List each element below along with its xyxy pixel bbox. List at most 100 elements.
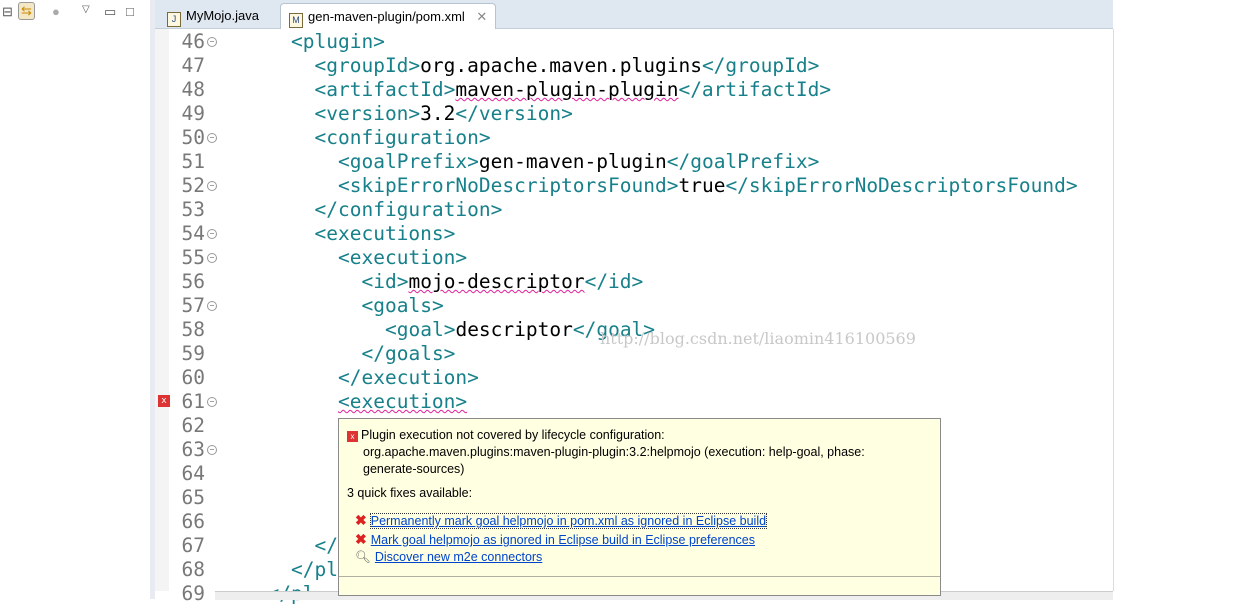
line-number: 62: [181, 414, 205, 437]
code-text: </: [315, 534, 338, 558]
code-line[interactable]: 47 <groupId>org.apache.maven.plugins</gro…: [155, 54, 1113, 78]
problem-detail-cont: generate-sources): [363, 462, 465, 476]
link-with-editor-icon[interactable]: ⇆: [18, 2, 35, 20]
code-text: <skipErrorNoDescriptorsFound>true</skipE…: [338, 174, 1078, 198]
code-token: 3.2: [420, 102, 456, 125]
code-line[interactable]: 54− <executions>: [155, 222, 1113, 246]
error-x-icon: ✖: [355, 512, 367, 528]
tab-mymojo-java[interactable]: J MyMojo.java: [159, 3, 267, 28]
fold-collapse-icon[interactable]: −: [207, 37, 217, 47]
code-token: </goalPrefix>: [666, 150, 820, 173]
line-number: 60: [181, 366, 205, 389]
code-token: </groupId>: [701, 54, 820, 77]
code-line[interactable]: 53 </configuration>: [155, 198, 1113, 222]
code-token: </skipErrorNoDescriptorsFound>: [725, 174, 1078, 197]
java-file-icon: J: [167, 12, 181, 27]
code-token: <artifactId>: [314, 78, 456, 101]
code-text: <id>mojo-descriptor</id>: [362, 270, 644, 294]
quick-fix-item[interactable]: ✖ Permanently mark goal helpmojo in pom.x…: [355, 512, 768, 530]
code-token: <goal>: [385, 318, 456, 341]
code-token: </execution>: [338, 366, 479, 389]
tab-label: gen-maven-plugin/pom.xml: [308, 9, 465, 24]
hover-status-bar: [339, 576, 940, 595]
code-line[interactable]: 57− <goals>: [155, 294, 1113, 318]
quick-fix-link[interactable]: Permanently mark goal helpmojo in pom.xm…: [369, 513, 768, 529]
code-line[interactable]: 49 <version>3.2</version>: [155, 102, 1113, 126]
code-token: </: [314, 534, 338, 557]
line-number: 58: [181, 318, 205, 341]
code-text: <configuration>: [315, 126, 491, 150]
tab-pom-xml[interactable]: Mgen-maven-plugin/pom.xml ✕: [280, 3, 497, 29]
code-token: <groupId>: [314, 54, 421, 77]
line-number: 63: [181, 438, 205, 461]
line-number: 52: [181, 174, 205, 197]
line-number: 50: [181, 126, 205, 149]
code-text: <artifactId>maven-plugin-plugin</artifac…: [315, 78, 832, 102]
quick-fix-link[interactable]: Discover new m2e connectors: [375, 550, 542, 564]
fold-collapse-icon[interactable]: −: [207, 133, 217, 143]
line-number: 66: [181, 510, 205, 533]
search-icon: 🔍︎: [355, 550, 371, 564]
code-line[interactable]: x 61− <execution>: [155, 390, 1113, 414]
quick-fix-hover: x Plugin execution not covered by lifecyc…: [338, 418, 941, 596]
focus-icon[interactable]: ●: [52, 4, 60, 19]
quick-fix-item[interactable]: ✖ Mark goal helpmojo as ignored in Eclips…: [355, 531, 755, 549]
code-line[interactable]: 60 </execution>: [155, 366, 1113, 390]
code-text: </configuration>: [315, 198, 503, 222]
maximize-icon[interactable]: □: [126, 4, 134, 19]
problem-detail: org.apache.maven.plugins:maven-plugin-pl…: [363, 445, 865, 459]
line-number: 54: [181, 222, 205, 245]
line-number: 65: [181, 486, 205, 509]
close-icon[interactable]: ✕: [476, 9, 487, 24]
code-text: <plugin>: [291, 30, 385, 54]
line-number: 61: [181, 390, 205, 413]
code-token: <configuration>: [314, 126, 491, 149]
maven-pom-icon: M: [289, 13, 303, 28]
fold-collapse-icon[interactable]: −: [207, 229, 217, 239]
line-number: 56: [181, 270, 205, 293]
line-number: 59: [181, 342, 205, 365]
quick-fix-item[interactable]: 🔍︎ Discover new m2e connectors: [355, 550, 542, 568]
line-number: 55: [181, 246, 205, 269]
watermark: http://blog.csdn.net/liaomin416100569: [600, 329, 916, 348]
line-number: 68: [181, 558, 205, 581]
line-number: 46: [181, 30, 205, 53]
code-token: </id>: [584, 270, 644, 293]
quick-fix-link[interactable]: Mark goal helpmojo as ignored in Eclipse…: [371, 533, 755, 547]
code-token: <goalPrefix>: [338, 150, 479, 173]
code-token: descriptor: [455, 318, 573, 341]
code-text: </goals>: [362, 342, 456, 366]
code-token: <plugin>: [291, 30, 385, 53]
code-line[interactable]: 46− <plugin>: [155, 30, 1113, 54]
minimize-icon[interactable]: ▭: [104, 4, 116, 20]
code-text: <version>3.2</version>: [315, 102, 573, 126]
code-token: maven-plugin-plugin: [455, 78, 679, 101]
collapse-all-icon[interactable]: ⊟: [2, 4, 13, 20]
code-token: <goals>: [361, 294, 444, 317]
code-text: <execution>: [338, 390, 467, 414]
code-token: gen-maven-plugin: [478, 150, 667, 173]
fold-collapse-icon[interactable]: −: [207, 253, 217, 263]
quick-fixes-header: 3 quick fixes available:: [347, 486, 473, 500]
code-token: <execution>: [338, 246, 468, 269]
code-token: </artifactId>: [678, 78, 832, 101]
code-line[interactable]: 51 <goalPrefix>gen-maven-plugin</goalPref…: [155, 150, 1113, 174]
code-text: <goals>: [362, 294, 444, 318]
code-line[interactable]: 55− <execution>: [155, 246, 1113, 270]
code-token: <executions>: [314, 222, 456, 245]
fold-collapse-icon[interactable]: −: [207, 181, 217, 191]
code-line[interactable]: 48 <artifactId>maven-plugin-plugin</artif…: [155, 78, 1113, 102]
view-menu-icon[interactable]: ▽: [82, 4, 90, 15]
tab-label: MyMojo.java: [186, 8, 259, 23]
error-x-icon: ✖: [355, 531, 367, 547]
code-line[interactable]: 50− <configuration>: [155, 126, 1113, 150]
line-number: 47: [181, 54, 205, 77]
fold-collapse-icon[interactable]: −: [207, 397, 217, 407]
code-text: <executions>: [315, 222, 456, 246]
code-text: <execution>: [338, 246, 467, 270]
code-line[interactable]: 52− <skipErrorNoDescriptorsFound>true</sk…: [155, 174, 1113, 198]
line-number: 69: [181, 582, 205, 605]
fold-collapse-icon[interactable]: −: [207, 445, 217, 455]
code-line[interactable]: 56 <id>mojo-descriptor</id>: [155, 270, 1113, 294]
fold-collapse-icon[interactable]: −: [207, 301, 217, 311]
